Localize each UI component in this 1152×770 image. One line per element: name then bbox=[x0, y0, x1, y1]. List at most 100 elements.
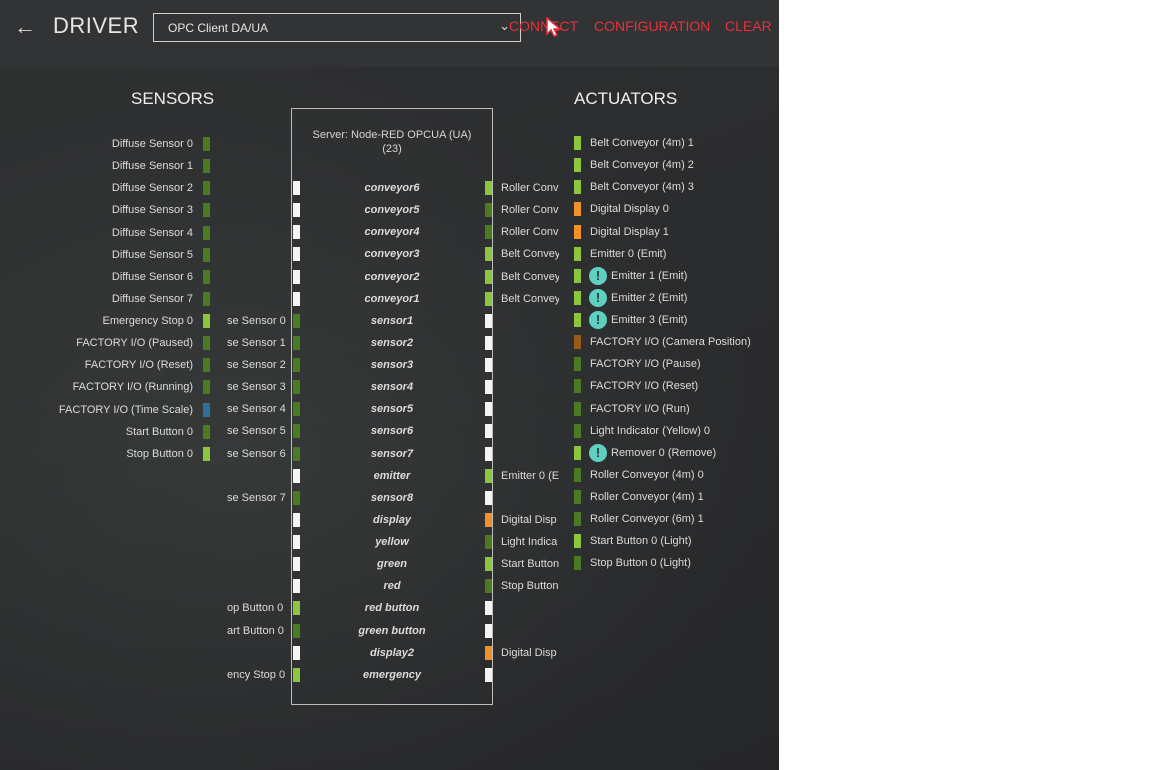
sensor-indicator[interactable] bbox=[203, 446, 210, 461]
actuator-indicator[interactable] bbox=[574, 357, 581, 372]
clear-button[interactable]: CLEAR bbox=[725, 18, 772, 34]
tag-left-connection: se Sensor 6 bbox=[227, 447, 286, 460]
actuator-indicator[interactable] bbox=[574, 290, 581, 305]
sensor-indicator[interactable] bbox=[203, 203, 210, 218]
sensor-indicator[interactable] bbox=[203, 314, 210, 329]
tag-left-indicator[interactable] bbox=[293, 247, 300, 262]
tag-left-indicator[interactable] bbox=[293, 579, 300, 594]
top-bar: ← DRIVER OPC Client DA/UA ⌄ CONNECT CONF… bbox=[0, 0, 779, 67]
actuator-indicator[interactable] bbox=[574, 445, 581, 460]
actuator-indicator[interactable] bbox=[574, 467, 581, 482]
tag-right-indicator[interactable] bbox=[485, 247, 492, 262]
tag-left-indicator[interactable] bbox=[293, 623, 300, 638]
tag-left-indicator[interactable] bbox=[293, 446, 300, 461]
tag-left-indicator[interactable] bbox=[293, 490, 300, 505]
tag-right-indicator[interactable] bbox=[485, 335, 492, 350]
sensor-indicator[interactable] bbox=[203, 269, 210, 284]
sensor-indicator[interactable] bbox=[203, 402, 210, 417]
tag-left-indicator[interactable] bbox=[293, 269, 300, 284]
actuator-indicator[interactable] bbox=[574, 335, 581, 350]
actuator-indicator[interactable] bbox=[574, 556, 581, 571]
actuator-indicator[interactable] bbox=[574, 401, 581, 416]
configuration-button[interactable]: CONFIGURATION bbox=[594, 18, 710, 34]
mouse-cursor-icon bbox=[546, 17, 563, 37]
arrow-left-icon[interactable]: ← bbox=[14, 14, 36, 40]
tag-left-indicator[interactable] bbox=[293, 181, 300, 195]
warning-icon: ! bbox=[589, 443, 607, 462]
driver-select[interactable]: OPC Client DA/UA ⌄ bbox=[153, 13, 521, 42]
sensor-indicator[interactable] bbox=[203, 181, 210, 196]
tag-name: emergency bbox=[362, 668, 422, 681]
tag-left-indicator[interactable] bbox=[293, 380, 300, 395]
actuator-indicator[interactable] bbox=[574, 268, 581, 283]
tag-right-indicator[interactable] bbox=[485, 645, 492, 660]
tag-right-indicator[interactable] bbox=[485, 269, 492, 284]
actuator-indicator[interactable] bbox=[574, 313, 581, 328]
tag-left-indicator[interactable] bbox=[293, 203, 300, 218]
tag-right-indicator[interactable] bbox=[485, 468, 492, 483]
tag-right-indicator[interactable] bbox=[485, 579, 492, 594]
tag-left-indicator[interactable] bbox=[293, 601, 300, 616]
tag-left-indicator[interactable] bbox=[293, 512, 300, 527]
actuator-indicator[interactable] bbox=[574, 534, 581, 549]
tag-left-indicator[interactable] bbox=[293, 402, 300, 417]
sensor-indicator[interactable] bbox=[203, 225, 210, 240]
tag-right-indicator[interactable] bbox=[485, 424, 492, 439]
tag-right-indicator[interactable] bbox=[485, 225, 492, 240]
tag-left-indicator[interactable] bbox=[293, 335, 300, 350]
tag-right-indicator[interactable] bbox=[485, 313, 492, 328]
actuator-indicator[interactable] bbox=[574, 136, 581, 150]
tag-right-indicator[interactable] bbox=[485, 623, 492, 638]
actuator-indicator[interactable] bbox=[574, 224, 581, 239]
tag-name: sensor6 bbox=[370, 425, 414, 438]
tag-right-indicator[interactable] bbox=[485, 358, 492, 373]
tag-left-indicator[interactable] bbox=[293, 313, 300, 328]
sensor-indicator[interactable] bbox=[203, 247, 210, 262]
sensor-indicator[interactable] bbox=[203, 137, 210, 151]
actuator-label: Emitter 2 (Emit) bbox=[611, 291, 688, 304]
tag-left-indicator[interactable] bbox=[293, 424, 300, 439]
tag-right-indicator[interactable] bbox=[485, 557, 492, 572]
tag-left-indicator[interactable] bbox=[293, 291, 300, 306]
actuator-indicator[interactable] bbox=[574, 158, 581, 173]
actuator-label: Roller Conveyor (4m) 1 bbox=[590, 491, 704, 504]
tag-right-connection: Light Indica bbox=[501, 536, 558, 549]
actuator-indicator[interactable] bbox=[574, 490, 581, 505]
tag-right-indicator[interactable] bbox=[485, 667, 492, 682]
tag-right-indicator[interactable] bbox=[485, 446, 492, 461]
actuator-indicator[interactable] bbox=[574, 180, 581, 195]
tag-left-indicator[interactable] bbox=[293, 225, 300, 240]
tag-name: sensor3 bbox=[370, 359, 414, 372]
tag-left-indicator[interactable] bbox=[293, 557, 300, 572]
connect-button[interactable]: CONNECT bbox=[509, 18, 578, 34]
actuator-label: Light Indicator (Yellow) 0 bbox=[590, 424, 711, 437]
tag-left-indicator[interactable] bbox=[293, 535, 300, 550]
actuator-indicator[interactable] bbox=[574, 512, 581, 527]
tag-name: conveyor3 bbox=[364, 248, 420, 261]
sensor-indicator[interactable] bbox=[203, 424, 210, 439]
actuator-indicator[interactable] bbox=[574, 379, 581, 394]
actuator-indicator[interactable] bbox=[574, 246, 581, 261]
tag-left-indicator[interactable] bbox=[293, 468, 300, 483]
sensor-indicator[interactable] bbox=[203, 291, 210, 306]
tag-name: conveyor5 bbox=[364, 204, 420, 217]
tag-right-indicator[interactable] bbox=[485, 203, 492, 218]
sensor-indicator[interactable] bbox=[203, 159, 210, 174]
tag-right-indicator[interactable] bbox=[485, 380, 492, 395]
tag-right-indicator[interactable] bbox=[485, 535, 492, 550]
actuator-indicator[interactable] bbox=[574, 202, 581, 217]
sensor-indicator[interactable] bbox=[203, 358, 210, 373]
tag-right-indicator[interactable] bbox=[485, 512, 492, 527]
sensor-label: Diffuse Sensor 4 bbox=[111, 226, 193, 239]
tag-left-indicator[interactable] bbox=[293, 667, 300, 682]
tag-right-indicator[interactable] bbox=[485, 181, 492, 195]
tag-left-indicator[interactable] bbox=[293, 645, 300, 660]
actuator-indicator[interactable] bbox=[574, 423, 581, 438]
sensor-indicator[interactable] bbox=[203, 336, 210, 351]
tag-right-indicator[interactable] bbox=[485, 402, 492, 417]
tag-right-indicator[interactable] bbox=[485, 490, 492, 505]
tag-right-indicator[interactable] bbox=[485, 601, 492, 616]
sensor-indicator[interactable] bbox=[203, 380, 210, 395]
tag-right-indicator[interactable] bbox=[485, 291, 492, 306]
tag-left-indicator[interactable] bbox=[293, 358, 300, 373]
